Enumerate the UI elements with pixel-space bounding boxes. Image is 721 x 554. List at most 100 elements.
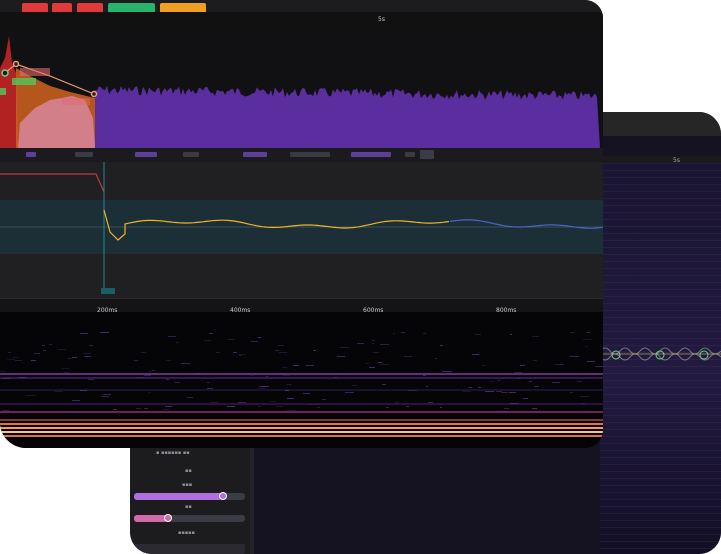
strip-segment (135, 152, 157, 157)
spectrogram-noise (435, 358, 437, 359)
spectrogram-noise (276, 406, 283, 407)
spectrogram-noise (136, 408, 141, 409)
spectrogram-noise (0, 371, 6, 372)
spectrogram-noise (440, 407, 442, 408)
spectrogram-noise (72, 400, 80, 401)
spectrogram-noise (463, 391, 471, 392)
panel-row-blurred-5: ▪▪▪▪▪ (178, 530, 195, 536)
spectrogram-noise (308, 404, 318, 405)
envelope-label-blur-1 (20, 68, 50, 76)
spectrogram-noise (497, 411, 505, 412)
spectrogram-noise (514, 372, 522, 373)
spectrogram-noise (380, 344, 389, 345)
spectrogram-noise (228, 339, 234, 340)
spectrogram-noise (207, 382, 210, 383)
pink-slider-fill (134, 515, 167, 522)
spectrogram-noise (102, 396, 109, 397)
spectrogram-noise (279, 352, 287, 353)
spectrogram-noise (15, 360, 22, 361)
purple-slider[interactable] (134, 492, 245, 500)
pitch-curve (103, 209, 450, 241)
spectrogram-noise (258, 337, 261, 338)
pitch-editor[interactable] (0, 162, 603, 298)
region-strip[interactable] (0, 148, 603, 162)
spectrogram-noise (401, 332, 405, 333)
spectrogram-noise (489, 381, 495, 382)
strip-segment (26, 152, 36, 157)
spectrogram-noise (18, 377, 26, 378)
spectrogram-noise (134, 360, 138, 361)
spectrogram-noise (2, 410, 9, 411)
spectrogram-noise (334, 377, 337, 378)
spectrogram-noise (587, 361, 595, 362)
spectrogram-noise (570, 332, 575, 333)
spectrogram-noise (210, 402, 218, 403)
spectrogram-noise (496, 391, 502, 392)
spectrogram-noise (176, 342, 179, 343)
amplitude-envelope[interactable] (0, 28, 603, 148)
spectrogram-noise (366, 363, 369, 364)
spectrogram-noise (423, 375, 426, 376)
spectrogram-noise (227, 406, 235, 407)
spectrogram-noise (395, 402, 399, 403)
spectrogram-noise (187, 397, 193, 398)
spectrogram-noise (581, 403, 585, 404)
back-waveform (600, 347, 721, 361)
spectrogram-noise (426, 386, 428, 387)
purple-slider-thumb[interactable] (219, 492, 227, 500)
spectrogram-noise (42, 345, 45, 346)
spectrogram-noise (275, 350, 279, 351)
spectrogram-noise (259, 386, 269, 387)
spectrogram-noise (12, 357, 19, 358)
spectrogram-noise (509, 392, 516, 393)
amplitude-fill (95, 85, 600, 148)
spectrogram-noise (478, 387, 481, 388)
spectrogram-noise (393, 333, 395, 334)
spectrogram-noise (149, 371, 152, 372)
spectrogram-noise (258, 406, 261, 407)
spectrogram-noise (113, 409, 117, 410)
panel-divider-handle[interactable] (250, 446, 254, 554)
envelope-label-blur-2 (12, 78, 36, 85)
strip-segment (75, 152, 93, 157)
pink-slider[interactable] (134, 514, 245, 522)
envelope-handle-3 (90, 90, 98, 98)
spectrogram-noise (498, 380, 500, 381)
spectrogram-noise (239, 355, 241, 356)
spectrogram-noise (197, 373, 200, 374)
spectrogram-noise (580, 396, 589, 397)
spectrogram-noise (333, 373, 341, 374)
spectrogram-noise (317, 407, 320, 408)
spectrogram-noise (148, 392, 151, 393)
spectrogram-noise (501, 392, 508, 393)
spectrogram-noise (89, 345, 93, 346)
spectrogram-noise (8, 352, 11, 353)
spectrogram-noise (3, 378, 11, 379)
spectrogram-noise (520, 365, 525, 366)
spectrogram-noise (306, 365, 314, 366)
top-time-ruler: 5s (0, 12, 603, 29)
spectrogram-noise (583, 339, 592, 340)
spectrogram-noise (482, 365, 485, 366)
spectrogram-noise (7, 359, 15, 360)
spectrogram-noise (369, 367, 375, 368)
spectrogram-noise (238, 402, 246, 403)
spectrogram-noise (266, 376, 268, 377)
spectrogram-noise (555, 364, 564, 365)
spectrogram-noise (386, 407, 389, 408)
spectrogram-noise (587, 332, 590, 333)
pink-slider-thumb[interactable] (164, 514, 172, 522)
spectrogram-noise (139, 373, 149, 374)
spectrogram-noise (423, 333, 426, 334)
spectrogram[interactable] (0, 312, 603, 448)
spectrogram-noise (380, 364, 389, 365)
spectrogram-noise (64, 372, 69, 373)
spectrogram-noise (287, 410, 296, 411)
spectrogram-noise (144, 408, 148, 409)
spectrogram-noise (84, 356, 91, 357)
spectrogram-noise (34, 353, 40, 354)
spectrogram-noise (529, 381, 532, 382)
spectrogram-noise (168, 336, 176, 337)
panel-row-blurred-1: ▪ ▪▪▪▪▪▪ ▪▪ (156, 450, 190, 456)
panel-button[interactable] (134, 544, 245, 554)
